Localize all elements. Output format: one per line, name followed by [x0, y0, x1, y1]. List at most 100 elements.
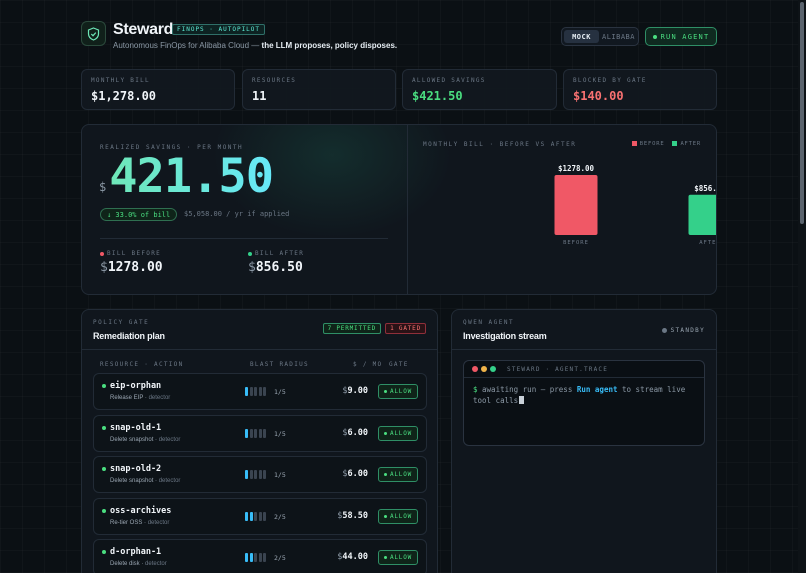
resource-action: Release EIP · detector: [110, 395, 171, 401]
permitted-badge: 7 PERMITTED: [322, 323, 382, 334]
blast-segment: [258, 428, 262, 438]
blast-segment: [263, 387, 266, 396]
mode-option-mock[interactable]: MOCK: [564, 30, 599, 43]
allow-dot-icon: [383, 390, 387, 393]
blast-segment: [249, 387, 253, 396]
run-dot-icon: [652, 34, 657, 39]
stat-monthly-bill: MONTHLY BILL $1,278.00: [81, 69, 235, 110]
allow-gate-button[interactable]: ALLOW: [378, 550, 418, 565]
agent-label: QWEN AGENT: [463, 319, 515, 326]
table-row[interactable]: snap-old-2 Delete snapshot · detector 1/…: [93, 456, 427, 493]
stat-value: 11: [252, 89, 267, 103]
cursor-icon: [519, 396, 525, 404]
stat-allowed-savings: ALLOWED SAVINGS $421.50: [402, 69, 557, 110]
agent-header: QWEN AGENT Investigation stream STANDBY: [452, 310, 716, 350]
table-row[interactable]: snap-old-1 Delete snapshot · detector 1/…: [93, 414, 427, 452]
bar-before: [554, 175, 598, 235]
allow-gate-button[interactable]: ALLOW: [378, 467, 418, 482]
blast-segment: [245, 470, 248, 479]
blast-segment: [245, 511, 248, 521]
agent-terminal: STEWARD · AGENT.TRACE $ awaiting run — p…: [463, 360, 705, 446]
blast-segment: [258, 511, 262, 521]
stat-value: $421.50: [412, 89, 463, 103]
run-agent-button[interactable]: RUN AGENT: [645, 27, 717, 46]
after-dot-icon: [248, 251, 252, 256]
table-row[interactable]: eip-orphan Release EIP · detector 1/5 $9…: [93, 373, 427, 410]
monthly-price: $58.50: [337, 510, 368, 521]
blast-segment: [249, 428, 253, 438]
bill-after-value: $856.50: [248, 260, 303, 275]
blast-segment: [263, 511, 266, 521]
category-label: BEFORE: [563, 240, 589, 246]
stat-label: BLOCKED BY GATE: [573, 77, 647, 84]
bill-after-label: BILL AFTER: [248, 250, 304, 257]
resource-name: snap-old-1: [110, 422, 162, 433]
savings-pct-badge: ↓ 33.0% of bill: [100, 208, 178, 221]
monthly-price: $6.00: [342, 427, 368, 438]
resource-name: oss-archives: [110, 505, 172, 516]
status-dot-icon: [102, 425, 106, 430]
resource-name: eip-orphan: [110, 381, 162, 391]
chart-legend: BEFORE AFTER: [631, 141, 701, 147]
close-dot-icon: [472, 366, 478, 372]
status-dot-icon: [102, 550, 106, 554]
status-dot-icon: [102, 508, 106, 513]
blast-segment: [263, 553, 266, 562]
bill-before-label: BILL BEFORE: [100, 250, 161, 257]
app-badge: FINOPS · AUTOPILOT: [172, 24, 266, 35]
mode-toggle: MOCK ALIBABA: [561, 27, 639, 46]
status-dot-icon: [661, 328, 667, 333]
bar-value-label: $856.50: [694, 184, 717, 193]
blast-segment: [245, 387, 248, 396]
allow-dot-icon: [383, 514, 387, 518]
blast-segment: [263, 470, 266, 479]
monthly-price: $9.00: [342, 386, 368, 396]
blast-segment: [245, 553, 248, 562]
monthly-price: $44.00: [337, 552, 368, 562]
policy-header: POLICY GATE Remediation plan 7 PERMITTED…: [82, 310, 437, 350]
resource-action: Delete snapshot · detector: [110, 478, 181, 484]
blast-segment: [254, 511, 257, 521]
bar-value-label: $1278.00: [558, 164, 595, 173]
stat-label: ALLOWED SAVINGS: [412, 77, 486, 84]
blast-radius-meter: [245, 470, 266, 479]
blast-radius-text: 2/5: [274, 512, 286, 521]
legend-after: AFTER: [672, 141, 701, 147]
table-row[interactable]: d-orphan-1 Delete disk · detector 2/5 $4…: [93, 539, 427, 573]
run-agent-label: RUN AGENT: [660, 32, 710, 41]
blast-segment: [245, 428, 248, 438]
blast-radius-text: 1/5: [274, 388, 286, 396]
blast-segment: [263, 428, 266, 438]
scrollbar-thumb[interactable]: [800, 2, 804, 224]
blast-radius-meter: [245, 553, 266, 562]
annual-savings: $5,058.00 / yr if applied: [184, 210, 290, 218]
before-dot-icon: [100, 251, 104, 256]
blast-segment: [258, 470, 262, 479]
resource-action: Re-tier OSS · detector: [110, 519, 170, 526]
blast-radius-text: 1/5: [274, 471, 286, 479]
blast-segment: [258, 387, 262, 396]
table-row[interactable]: oss-archives Re-tier OSS · detector 2/5 …: [93, 497, 427, 535]
status-dot-icon: [102, 384, 106, 388]
stat-value: $140.00: [573, 89, 624, 103]
app-subtitle: Autonomous FinOps for Alibaba Cloud — th…: [113, 41, 398, 50]
allow-dot-icon: [383, 473, 387, 476]
blast-segment: [254, 428, 257, 438]
allow-gate-button[interactable]: ALLOW: [378, 508, 418, 524]
mode-option-alibaba[interactable]: ALIBABA: [601, 30, 636, 43]
terminal-title: STEWARD · AGENT.TRACE: [507, 365, 609, 373]
maximize-dot-icon: [490, 366, 496, 372]
category-label: AFTER: [699, 240, 717, 246]
allow-gate-button[interactable]: ALLOW: [378, 425, 418, 441]
blast-radius-text: 1/5: [274, 429, 286, 438]
terminal-titlebar: STEWARD · AGENT.TRACE: [464, 361, 704, 378]
shield-logo-icon: [81, 21, 106, 46]
blast-radius-meter: [245, 511, 266, 521]
minimize-dot-icon: [481, 366, 487, 372]
terminal-output: $ awaiting run — press Run agent to stre…: [473, 385, 686, 405]
blast-segment: [254, 387, 257, 396]
blast-radius-text: 2/5: [274, 554, 286, 562]
monthly-price: $6.00: [342, 469, 368, 479]
allow-gate-button[interactable]: ALLOW: [378, 384, 418, 399]
col-gate: GATE: [389, 361, 409, 368]
